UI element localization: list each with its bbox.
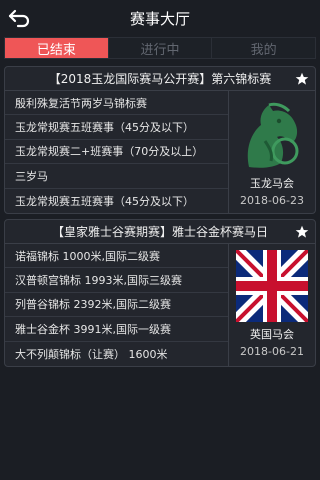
event-card-header: 【2018玉龙国际赛马公开赛】第六锦标赛	[5, 67, 315, 91]
race-item[interactable]: 诺福锦标 1000米,国际二级赛	[5, 244, 228, 269]
app-header: 赛事大厅	[0, 0, 320, 36]
event-title: 【皇家雅士谷赛期赛】雅士谷金杯赛马日	[51, 225, 268, 239]
tab-finished[interactable]: 已结束	[5, 38, 108, 58]
race-item[interactable]: 列普谷锦标 2392米,国际二级赛	[5, 293, 228, 318]
race-item[interactable]: 大不列颠锦标（让赛） 1600米	[5, 342, 228, 366]
union-jack-flag	[236, 250, 308, 322]
page-title: 赛事大厅	[129, 9, 190, 28]
race-item[interactable]: 殷利殊复活节两岁马锦标赛	[5, 91, 228, 116]
race-item[interactable]: 玉龙常规赛二+班赛事（70分及以上）	[5, 140, 228, 165]
star-icon[interactable]	[295, 72, 309, 86]
tab-mine[interactable]: 我的	[211, 38, 315, 58]
race-item[interactable]: 雅士谷金杯 3991米,国际一级赛	[5, 317, 228, 342]
club-name: 英国马会	[250, 328, 294, 341]
event-card[interactable]: 【2018玉龙国际赛马公开赛】第六锦标赛 殷利殊复活节两岁马锦标赛 玉龙常规赛五…	[4, 66, 316, 214]
race-item[interactable]: 玉龙常规赛五班赛事（45分及以下）	[5, 115, 228, 140]
event-date: 2018-06-21	[240, 345, 304, 358]
tab-bar: 已结束 进行中 我的	[4, 37, 316, 59]
back-arrow-icon[interactable]	[6, 5, 32, 31]
race-item[interactable]: 三岁马	[5, 164, 228, 189]
event-date: 2018-06-23	[240, 194, 304, 207]
race-list: 诺福锦标 1000米,国际二级赛 汉普顿宫锦标 1993米,国际三级赛 列普谷锦…	[5, 244, 229, 366]
club-info: 英国马会 2018-06-21	[229, 244, 315, 366]
tab-ongoing[interactable]: 进行中	[107, 38, 212, 58]
race-item[interactable]: 玉龙常规赛五班赛事（45分及以下）	[5, 189, 228, 213]
star-icon[interactable]	[295, 225, 309, 239]
club-name: 玉龙马会	[250, 177, 294, 190]
race-list: 殷利殊复活节两岁马锦标赛 玉龙常规赛五班赛事（45分及以下） 玉龙常规赛二+班赛…	[5, 91, 229, 213]
race-item[interactable]: 汉普顿宫锦标 1993米,国际三级赛	[5, 268, 228, 293]
event-card-header: 【皇家雅士谷赛期赛】雅士谷金杯赛马日	[5, 220, 315, 244]
club-info: 玉龙马会 2018-06-23	[229, 91, 315, 213]
event-title: 【2018玉龙国际赛马公开赛】第六锦标赛	[48, 72, 272, 86]
event-card[interactable]: 【皇家雅士谷赛期赛】雅士谷金杯赛马日 诺福锦标 1000米,国际二级赛 汉普顿宫…	[4, 219, 316, 367]
green-horse-logo	[235, 97, 309, 171]
